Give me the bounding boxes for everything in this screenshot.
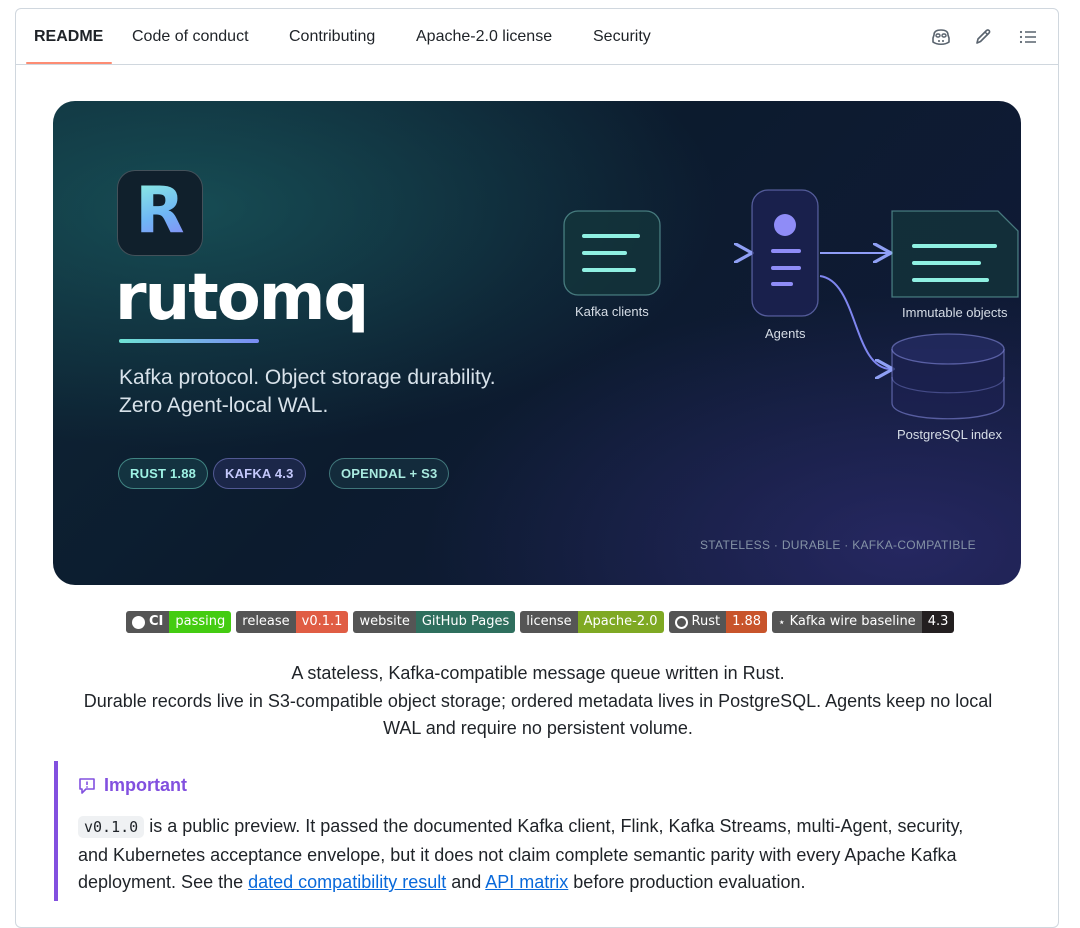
badge-license[interactable]: license Apache-2.0 — [520, 611, 664, 633]
postgres-index-label: PostgreSQL index — [897, 427, 1003, 442]
tab-license[interactable]: Apache-2.0 license — [416, 9, 552, 65]
rutomq-logo: R — [117, 170, 203, 256]
tagline-line-1: Kafka protocol. Object storage durabilit… — [119, 366, 496, 389]
tagline-line-2: Zero Agent-local WAL. — [119, 394, 329, 417]
github-icon — [132, 615, 145, 629]
badge-ci[interactable]: CI passing — [126, 611, 232, 633]
readme-panel: README Code of conduct Contributing Apac… — [15, 8, 1059, 928]
alert-body: v0.1.0 is a public preview. It passed th… — [78, 816, 964, 892]
banner-footer-tagline: STATELESS · DURABLE · KAFKA-COMPATIBLE — [700, 538, 976, 552]
badge-rust[interactable]: Rust 1.88 — [668, 611, 768, 633]
list-icon — [1019, 30, 1036, 44]
pill-opendal: OPENDAL + S3 — [329, 458, 450, 489]
tab-security[interactable]: Security — [593, 9, 651, 65]
rust-icon — [674, 615, 688, 629]
compatibility-result-link[interactable]: dated compatibility result — [248, 872, 446, 892]
architecture-diagram — [563, 189, 1019, 420]
outline-button[interactable] — [1015, 24, 1041, 50]
kafka-clients-label: Kafka clients — [575, 304, 649, 319]
version-code: v0.1.0 — [78, 816, 145, 838]
pill-rust: RUST 1.88 — [118, 458, 209, 489]
tab-readme[interactable]: README — [34, 9, 103, 65]
tab-code-of-conduct[interactable]: Code of conduct — [132, 9, 249, 65]
brand-underline — [119, 339, 259, 343]
copilot-button[interactable] — [928, 24, 954, 50]
brand-name: rutomq — [115, 261, 369, 335]
description-line-3: WAL and require no persistent volume. — [383, 718, 693, 738]
edit-button[interactable] — [970, 24, 996, 50]
kafka-icon: ⋆ — [778, 615, 786, 629]
api-matrix-link[interactable]: API matrix — [485, 872, 568, 892]
alert-title: Important — [78, 775, 187, 796]
active-tab-indicator — [26, 62, 112, 64]
immutable-objects-node — [891, 210, 1019, 298]
postgres-node — [891, 333, 1005, 420]
badge-kafka[interactable]: ⋆ Kafka wire baseline 4.3 — [772, 611, 955, 633]
immutable-objects-label: Immutable objects — [902, 305, 1008, 320]
pill-kafka: KAFKA 4.3 — [213, 458, 306, 489]
description-line-2: Durable records live in S3-compatible ob… — [83, 691, 993, 711]
tab-contributing[interactable]: Contributing — [289, 9, 375, 65]
badge-release[interactable]: release v0.1.1 — [236, 611, 349, 633]
copilot-icon — [932, 29, 950, 46]
report-icon — [79, 777, 95, 794]
readme-tabbar: README Code of conduct Contributing Apac… — [16, 9, 1058, 65]
project-banner: R rutomq Kafka protocol. Object storage … — [53, 101, 1021, 585]
badge-row: CI passing release v0.1.1 website GitHub… — [126, 611, 955, 633]
pencil-icon — [976, 29, 991, 44]
important-alert: Important v0.1.0 is a public preview. It… — [54, 761, 1014, 901]
badge-website[interactable]: website GitHub Pages — [353, 611, 516, 633]
description-line-1: A stateless, Kafka-compatible message qu… — [291, 663, 785, 683]
agents-label: Agents — [765, 326, 806, 341]
